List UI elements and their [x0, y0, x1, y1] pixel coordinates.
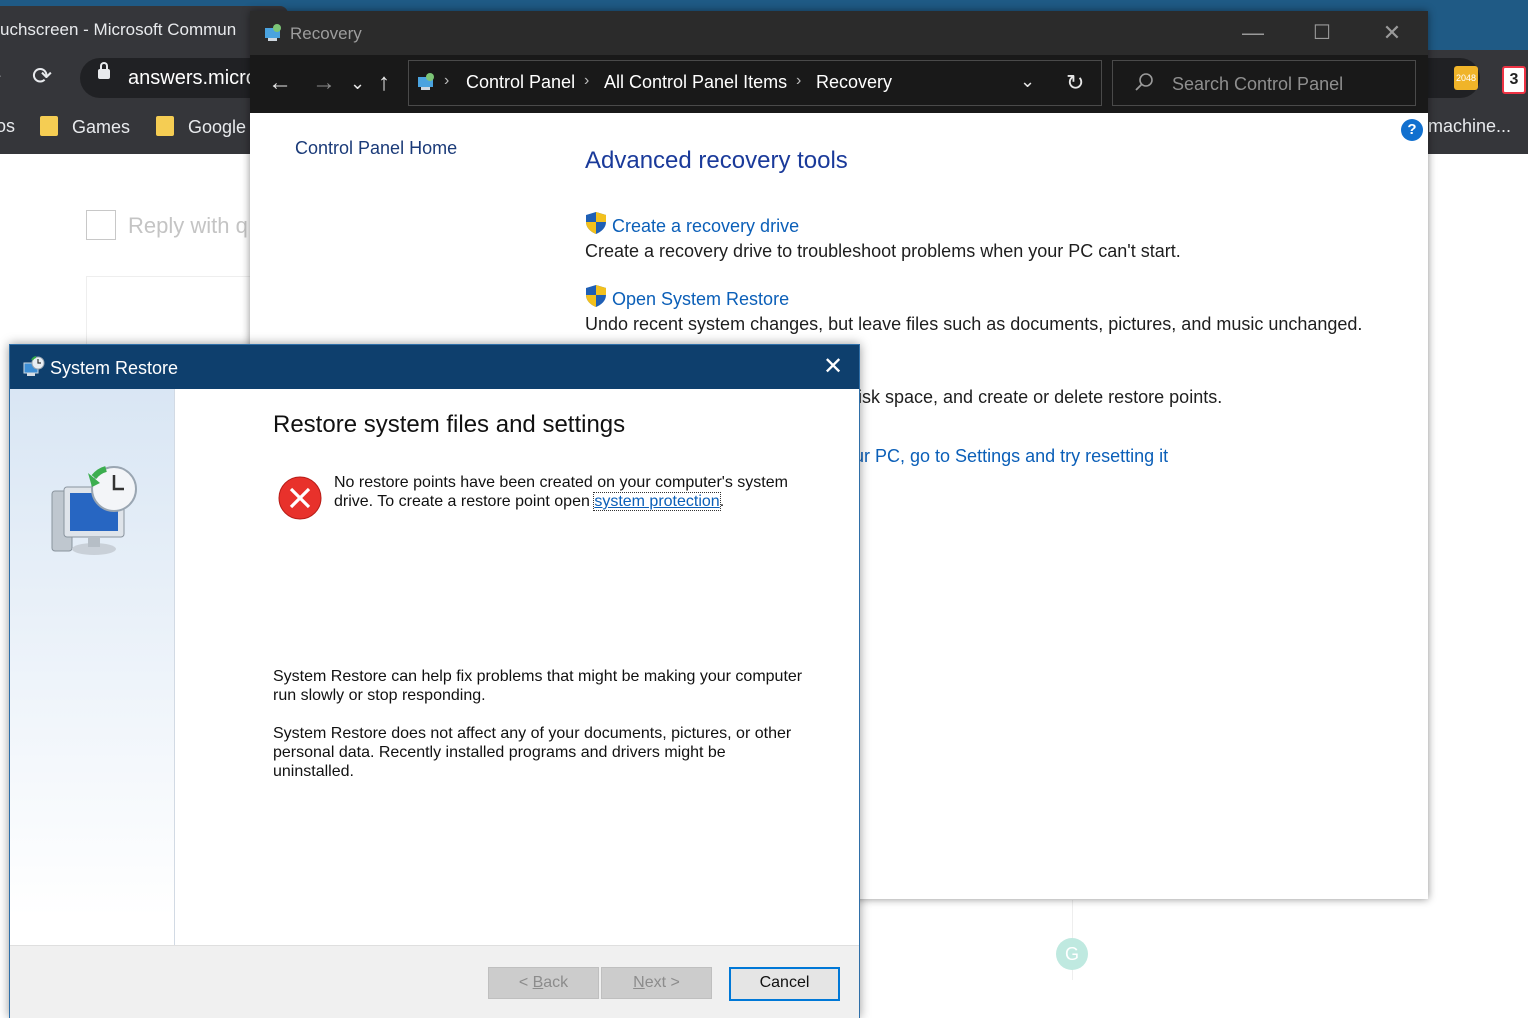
grammarly-icon[interactable]: G	[1056, 938, 1088, 970]
maximize-button[interactable]: ☐	[1299, 19, 1345, 47]
reset-pc-link[interactable]: ur PC, go to Settings and try resetting …	[854, 446, 1168, 467]
url-text[interactable]: answers.micro	[128, 67, 257, 90]
lock-icon	[98, 62, 110, 79]
bookmark-item[interactable]: os	[0, 116, 15, 137]
bookmark-google[interactable]: Google	[156, 116, 246, 138]
back-accelerator: B	[532, 974, 544, 991]
configure-system-restore-desc: lisk space, and create or delete restore…	[854, 387, 1223, 407]
search-icon	[1135, 73, 1153, 91]
chevron-right-icon: ›	[444, 72, 450, 89]
close-button[interactable]: ✕	[816, 353, 850, 381]
breadcrumb-all-items[interactable]: All Control Panel Items	[604, 72, 787, 93]
chevron-right-icon: ›	[796, 72, 802, 89]
open-system-restore-link[interactable]: Open System Restore	[612, 289, 789, 310]
breadcrumb-recovery[interactable]: Recovery	[816, 72, 892, 93]
chevron-right-icon: ›	[584, 72, 590, 89]
system-restore-titlebar[interactable]: System Restore ✕	[10, 345, 859, 389]
system-restore-title: System Restore	[50, 358, 179, 378]
open-system-restore-desc: Undo recent system changes, but leave fi…	[585, 314, 1363, 334]
control-panel-icon	[265, 24, 281, 41]
error-text-end: .	[719, 493, 725, 510]
reload-icon[interactable]: ⟳	[32, 62, 52, 91]
uac-shield-icon	[586, 212, 606, 234]
uac-shield-icon	[586, 285, 606, 307]
reply-placeholder: Reply with q	[128, 213, 248, 238]
error-message: No restore points have been created on y…	[334, 473, 804, 511]
bookmark-machine[interactable]: machine...	[1428, 116, 1511, 137]
forward-arrow-icon[interactable]: →	[312, 69, 336, 97]
chevron-down-icon[interactable]: ⌄	[1020, 71, 1035, 92]
back-prefix: <	[518, 974, 533, 991]
page-title: Advanced recovery tools	[585, 147, 848, 174]
search-placeholder: Search Control Panel	[1172, 74, 1344, 94]
cancel-button[interactable]: Cancel	[729, 967, 840, 1001]
recent-locations-icon[interactable]: ⌄	[350, 73, 365, 94]
system-protection-link[interactable]: system protection	[593, 492, 721, 511]
create-recovery-drive-desc: Create a recovery drive to troubleshoot …	[585, 241, 1181, 261]
recovery-titlebar[interactable]: Recovery — ☐ ✕	[250, 11, 1428, 55]
sidebar-panel	[10, 389, 175, 945]
next-accelerator: N	[633, 974, 645, 991]
bookmark-label: Games	[72, 117, 131, 137]
back-arrow-icon[interactable]: ←	[268, 69, 292, 97]
info-paragraph-1: System Restore can help fix problems tha…	[273, 668, 803, 704]
folder-icon	[40, 116, 58, 136]
system-restore-dialog: System Restore ✕ Restore system files an…	[9, 344, 860, 1018]
back-label: ack	[543, 974, 569, 991]
control-panel-icon	[418, 73, 434, 90]
forward-icon[interactable]: ›	[0, 62, 1, 88]
recovery-title: Recovery	[290, 24, 362, 43]
next-button[interactable]: Next >	[601, 967, 712, 999]
minimize-button[interactable]: —	[1230, 19, 1276, 47]
system-restore-icon	[23, 356, 45, 376]
folder-icon	[156, 116, 174, 136]
up-arrow-icon[interactable]: ↑	[378, 69, 390, 97]
help-icon[interactable]: ?	[1401, 119, 1423, 141]
browser-tab-title: uchscreen - Microsoft Commun	[0, 20, 237, 39]
dialog-heading: Restore system files and settings	[273, 411, 626, 438]
reply-checkbox[interactable]	[86, 210, 116, 240]
error-icon	[278, 476, 322, 520]
back-button[interactable]: < Back	[488, 967, 599, 999]
control-panel-home-link[interactable]: Control Panel Home	[295, 138, 457, 159]
bookmark-games[interactable]: Games	[40, 116, 130, 138]
create-recovery-drive-link[interactable]: Create a recovery drive	[612, 216, 799, 237]
bookmark-label: Google	[188, 117, 247, 137]
system-restore-hero-icon	[51, 466, 137, 555]
next-label: ext >	[644, 974, 680, 991]
extension-3-icon[interactable]: 3	[1502, 66, 1526, 94]
close-button[interactable]: ✕	[1369, 19, 1415, 47]
refresh-icon[interactable]: ↻	[1066, 70, 1084, 96]
breadcrumb-control-panel[interactable]: Control Panel	[466, 72, 575, 93]
extension-2048-icon[interactable]: 2048	[1454, 66, 1478, 90]
info-paragraph-2: System Restore does not affect any of yo…	[273, 725, 792, 780]
browser-tab[interactable]: uchscreen - Microsoft Commun	[0, 6, 288, 50]
